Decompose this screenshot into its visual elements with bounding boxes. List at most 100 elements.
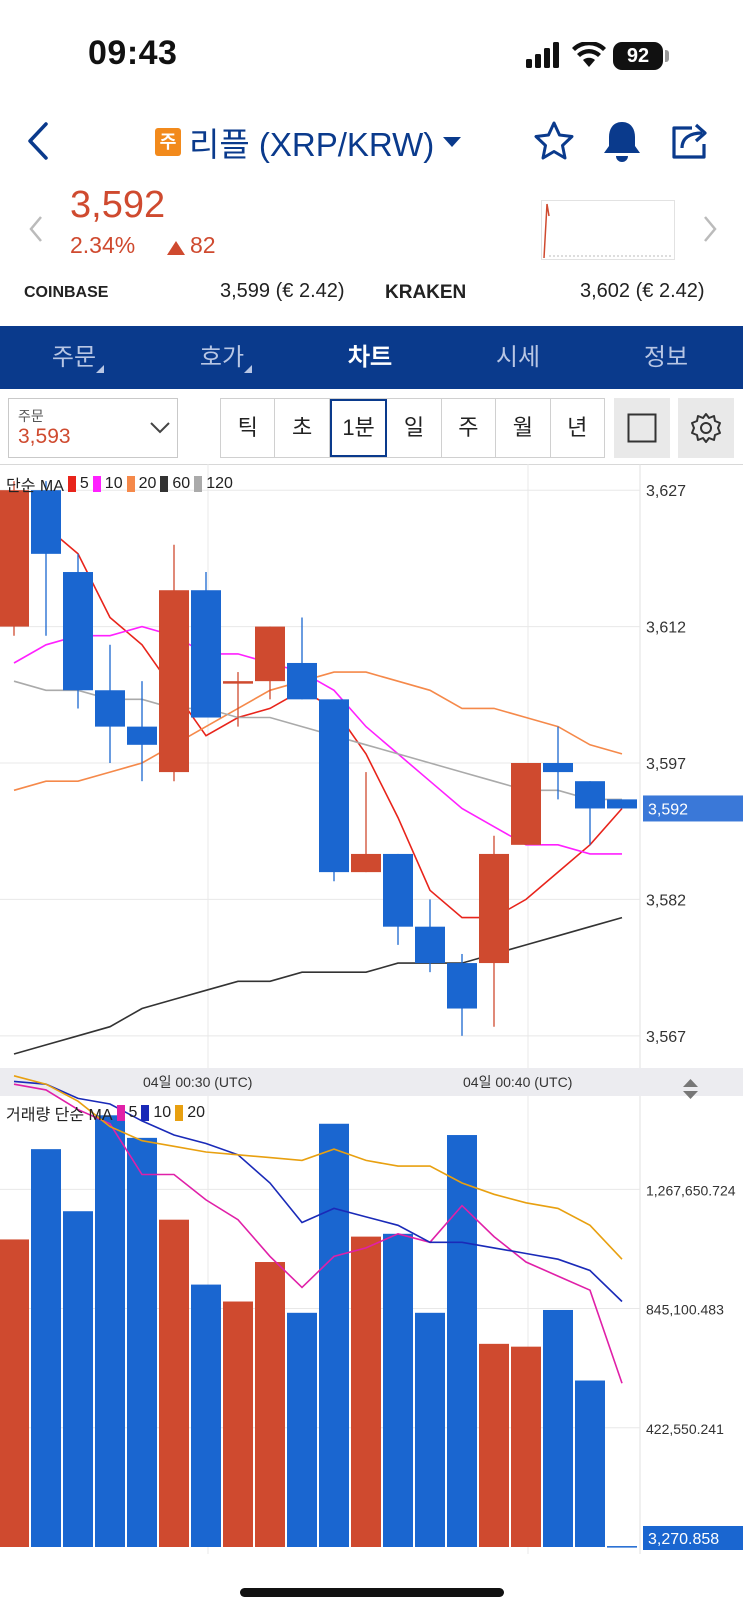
volume-tick-label: 845,100.483 [646, 1302, 724, 1318]
volume-ma-legend: 거래량 단순 MA 5 10 20 [6, 1101, 205, 1125]
gear-icon [691, 413, 721, 443]
period-selector: 틱 초 1분 일 주 월 년 [220, 398, 605, 458]
legend-vma-10: 10 [153, 1104, 172, 1121]
candle-body [415, 926, 445, 964]
candle-body [479, 853, 509, 964]
tab-chart-label: 차트 [347, 344, 393, 371]
volume-tick-label: 1,267,650.724 [646, 1182, 736, 1198]
legend-swatch [175, 1105, 184, 1121]
exchange-name-kraken: KRAKEN [385, 282, 467, 303]
volume-bar [415, 1312, 445, 1547]
volume-bar [543, 1309, 573, 1547]
volume-tick-label: 422,550.241 [646, 1421, 724, 1437]
tab-chart[interactable]: 차트 [296, 326, 444, 389]
tab-quotes[interactable]: 시세 [444, 326, 592, 389]
current-volume-tag-label: 3,270.858 [648, 1531, 719, 1548]
signal-icon [526, 42, 559, 68]
page-title: 리플 (XRP/KRW) [189, 126, 435, 163]
order-select-value: 3,593 [18, 425, 71, 448]
caret-down-icon [443, 137, 462, 147]
candle-body [543, 763, 573, 773]
legend-ma-120: 120 [206, 475, 233, 492]
candle-body [287, 662, 317, 700]
price-change-percent: 2.34% [70, 232, 136, 258]
settings-button[interactable] [678, 398, 734, 458]
star-icon[interactable] [532, 120, 576, 162]
exchange-row: COINBASE 3,599 (€ 2.42) KRAKEN 3,602 (€ … [24, 272, 720, 304]
legend-ma-60: 60 [172, 475, 191, 492]
legend-swatch [194, 476, 203, 492]
tab-info[interactable]: 정보 [592, 326, 740, 389]
candle-body [255, 626, 285, 682]
volume-bar [607, 1546, 637, 1548]
volume-bar [223, 1301, 253, 1547]
candle-body [383, 853, 413, 927]
prev-coin-icon[interactable] [26, 214, 46, 244]
period-tick[interactable]: 틱 [221, 399, 276, 457]
candle-body [575, 781, 605, 809]
candle-body [223, 681, 253, 684]
tab-orderbook[interactable]: 호가 [148, 326, 296, 389]
volume-bar [0, 1239, 29, 1547]
mini-chart[interactable] [541, 200, 675, 260]
bell-icon[interactable] [600, 118, 644, 164]
back-icon[interactable] [24, 120, 54, 162]
exchange-name-coinbase: COINBASE [24, 284, 109, 301]
legend-ma-5: 5 [79, 475, 89, 492]
legend-swatch [116, 1105, 125, 1121]
period-week[interactable]: 주 [442, 399, 497, 457]
chevron-down-icon [150, 422, 170, 434]
price-ma-legend: 단순 MA 5 10 20 60 120 [6, 472, 233, 496]
legend-vma-20: 20 [187, 1104, 205, 1121]
price-volume-chart[interactable]: 3,627 3,612 3,597 3,582 3,567 3,592 04일 00:30 … [0, 464, 743, 1564]
candle-body [511, 763, 541, 845]
up-triangle-icon [167, 241, 185, 255]
next-coin-icon[interactable] [700, 214, 720, 244]
price-tick-label: 3,597 [646, 756, 686, 773]
candle-body [607, 799, 637, 809]
volume-bar [351, 1236, 381, 1547]
order-select-label: 주문 [18, 408, 44, 424]
candle-body [31, 490, 61, 554]
volume-bar [31, 1149, 61, 1547]
volume-bar [479, 1343, 509, 1547]
tab-order[interactable]: 주문 [0, 326, 148, 389]
battery-icon: 92 [613, 42, 663, 70]
candle-body [63, 572, 93, 691]
volume-bar [63, 1211, 93, 1547]
volume-bar [511, 1346, 541, 1547]
period-day[interactable]: 일 [387, 399, 442, 457]
price-legend-label: 단순 MA [6, 478, 64, 495]
order-price-select[interactable]: 주문 3,593 [8, 398, 178, 458]
period-month[interactable]: 월 [496, 399, 551, 457]
legend-ma-10: 10 [104, 475, 123, 492]
legend-swatch [160, 476, 169, 492]
candle-body [447, 963, 477, 1009]
candle-body [159, 590, 189, 773]
tab-info-label: 정보 [643, 344, 689, 371]
legend-vma-5: 5 [128, 1104, 138, 1121]
current-price: 3,592 [70, 184, 166, 226]
period-year[interactable]: 년 [551, 399, 604, 457]
market-badge: 주 [155, 128, 181, 156]
volume-bar [159, 1219, 189, 1547]
home-indicator [240, 1588, 504, 1597]
wifi-icon [572, 42, 606, 67]
price-tick-label: 3,582 [646, 892, 686, 909]
time-tick-label: 04일 00:30 (UTC) [143, 1074, 252, 1090]
share-icon[interactable] [668, 120, 710, 162]
period-1min[interactable]: 1분 [329, 399, 388, 457]
volume-bar [287, 1312, 317, 1547]
period-second[interactable]: 초 [275, 399, 330, 457]
fullscreen-button[interactable] [614, 398, 670, 458]
volume-bar [127, 1137, 157, 1547]
status-time: 09:43 [88, 34, 178, 72]
candle-body [351, 853, 381, 873]
coin-selector[interactable]: 주 리플 (XRP/KRW) [155, 120, 462, 164]
candle-body [127, 726, 157, 745]
tab-caret [96, 365, 104, 373]
price-change-amount: 82 [190, 232, 216, 258]
price-tick-label: 3,567 [646, 1029, 686, 1046]
tab-order-label: 주문 [51, 344, 97, 371]
exchange-value-coinbase: 3,599 (€ 2.42) [220, 280, 345, 302]
